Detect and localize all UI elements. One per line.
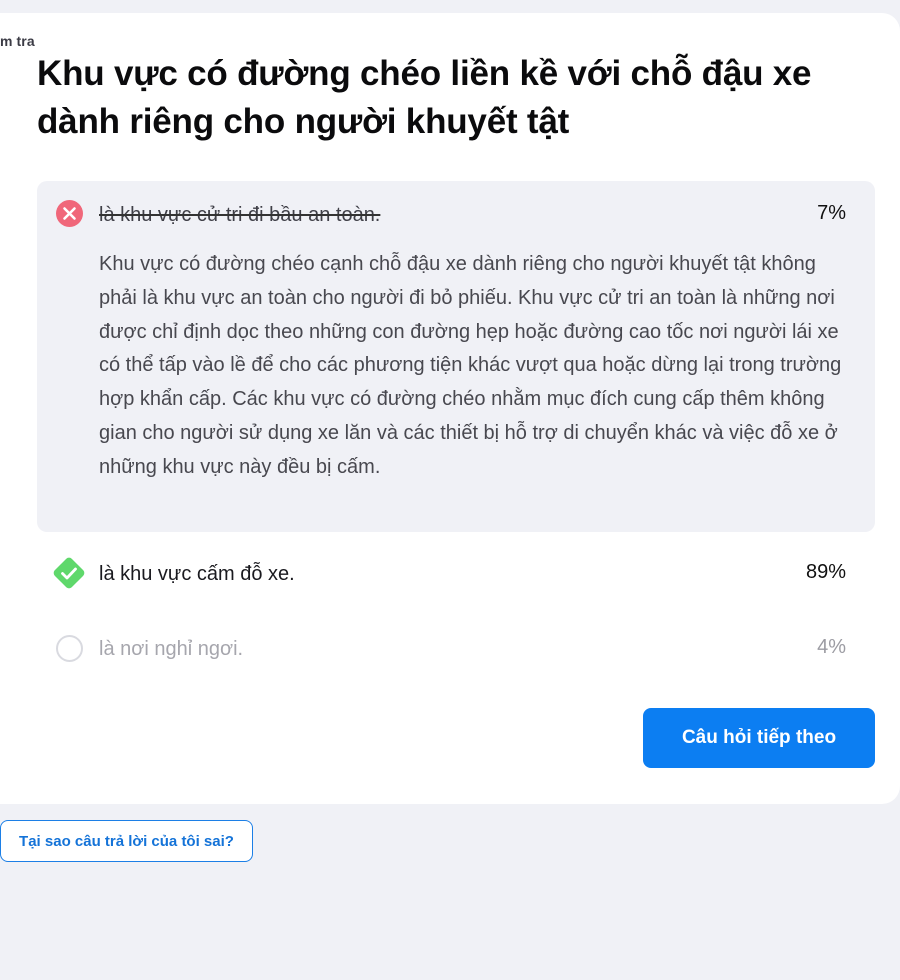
check-diamond-icon [51,555,87,591]
answer-explanation: Khu vực có đường chéo cạnh chỗ đậu xe dà… [99,253,842,478]
next-question-button[interactable]: Câu hỏi tiếp theo [643,708,875,768]
answer-percent-wrong: 7% [817,202,846,224]
answer-label-correct[interactable]: là khu vực cấm đỗ xe. [99,561,295,587]
answer-percent-correct: 89% [805,561,846,583]
why-wrong-button[interactable]: Tại sao câu trả lời của tôi sai? [0,820,253,862]
x-circle-icon [56,200,83,227]
header-label: m tra [0,33,35,49]
answer-percent-other: 4% [817,636,846,658]
question-title: Khu vực có đường chéo liền kề với chỗ đậ… [37,54,812,141]
answer-label-wrong: là khu vực cử tri đi bầu an toàn. [99,204,381,226]
radio-circle-icon[interactable] [56,635,83,662]
answer-label-other[interactable]: là nơi nghỉ ngơi. [99,636,243,662]
